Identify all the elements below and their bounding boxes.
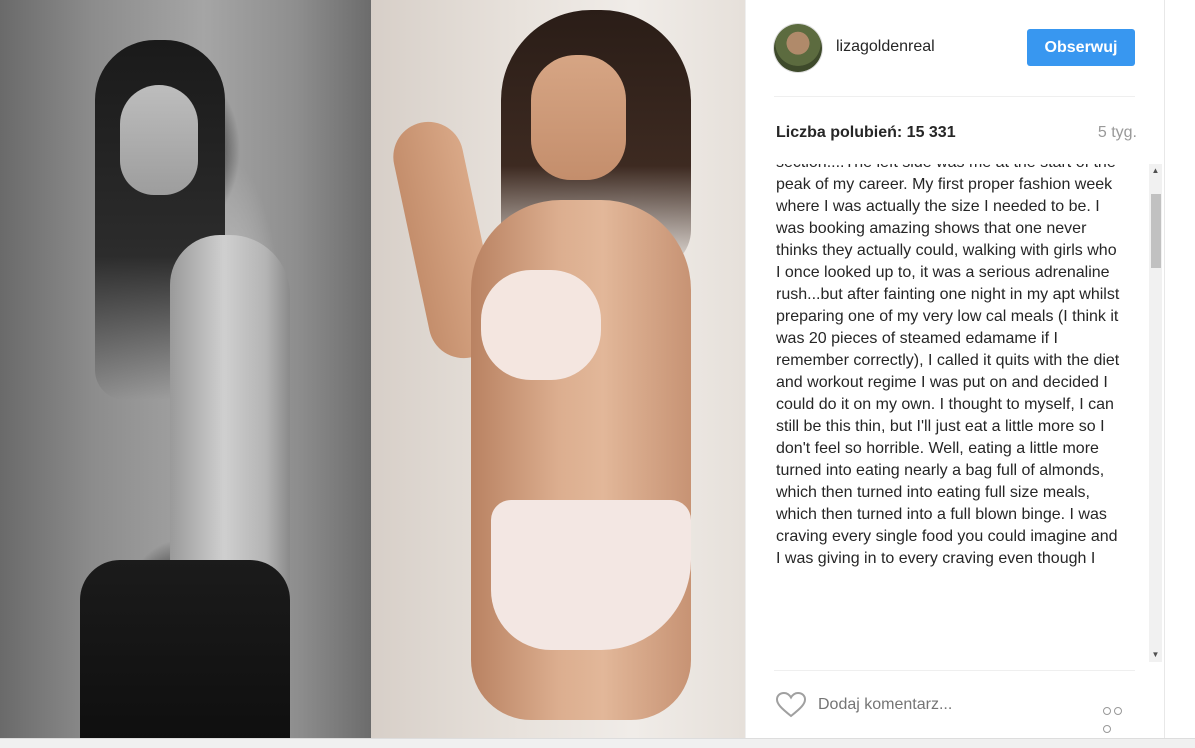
photo-after xyxy=(371,0,745,738)
heart-icon[interactable] xyxy=(776,692,806,718)
photo-before xyxy=(0,0,371,738)
more-dot-icon xyxy=(1103,725,1111,733)
header-divider xyxy=(774,96,1135,97)
page-gutter xyxy=(1164,0,1195,738)
username-link[interactable]: lizagoldenreal xyxy=(836,38,935,56)
more-dot-icon xyxy=(1114,707,1122,715)
photo-before-figure-pants xyxy=(80,560,290,738)
more-options-icon[interactable] xyxy=(1103,702,1135,733)
actions-divider xyxy=(774,670,1135,671)
post-timestamp[interactable]: 5 tyg. xyxy=(1098,124,1137,142)
photo-after-figure-top xyxy=(481,270,601,380)
scroll-down-arrow-icon[interactable]: ▼ xyxy=(1149,648,1162,662)
follow-button[interactable]: Obserwuj xyxy=(1027,29,1135,66)
post-side-panel: lizagoldenreal Obserwuj Liczba polubień:… xyxy=(745,0,1165,738)
scrollbar[interactable]: ▲ ▼ xyxy=(1149,164,1162,662)
more-dot-icon xyxy=(1103,707,1111,715)
caption-text: section....The left side was me at the s… xyxy=(776,164,1120,567)
scrollbar-thumb[interactable] xyxy=(1151,194,1161,268)
likes-count[interactable]: Liczba polubień: 15 331 xyxy=(776,124,956,142)
caption-scroll-area[interactable]: section....The left side was me at the s… xyxy=(776,164,1164,662)
scroll-up-arrow-icon[interactable]: ▲ xyxy=(1149,164,1162,178)
post-header: lizagoldenreal Obserwuj xyxy=(774,22,1135,74)
avatar[interactable] xyxy=(774,24,822,72)
comment-input[interactable] xyxy=(818,694,1068,716)
photo-after-figure-face xyxy=(531,55,626,180)
photo-before-figure-face xyxy=(120,85,198,195)
post-image[interactable] xyxy=(0,0,745,738)
